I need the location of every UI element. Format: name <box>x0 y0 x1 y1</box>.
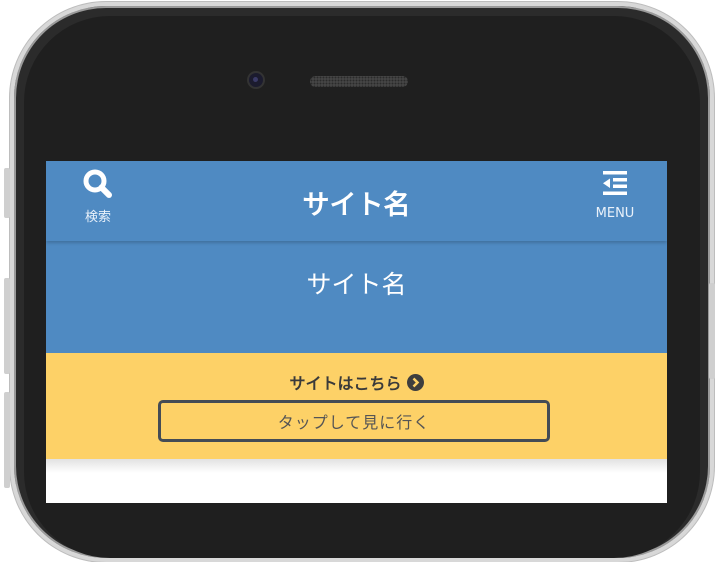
earpiece-speaker <box>310 76 408 87</box>
menu-label: MENU <box>595 206 635 221</box>
tap-to-visit-button[interactable]: タップして見に行く <box>158 400 550 442</box>
phone-power-button <box>709 283 715 379</box>
notice-banner: サイトはこちら タップして見に行く <box>46 353 667 459</box>
phone-volume-button <box>4 278 10 374</box>
hero-section: サイト名 <box>46 241 667 353</box>
header-site-title[interactable]: サイト名 <box>46 183 667 222</box>
content-area <box>46 459 667 503</box>
menu-button[interactable]: MENU <box>575 169 655 233</box>
phone-volume-button <box>4 392 10 488</box>
site-link-text: サイトはこちら <box>289 374 402 393</box>
site-header: 検索 サイト名 MENU <box>46 161 667 241</box>
phone-side-button <box>4 168 10 218</box>
front-camera <box>249 73 263 87</box>
phone-screen: 検索 サイト名 MENU サイト名 サイトはこちら タップして見に行く <box>46 161 667 503</box>
menu-icon <box>600 169 630 203</box>
site-link[interactable]: サイトはこちら <box>46 370 667 394</box>
chevron-right-circle-icon <box>406 373 424 391</box>
hero-site-title[interactable]: サイト名 <box>46 265 667 301</box>
